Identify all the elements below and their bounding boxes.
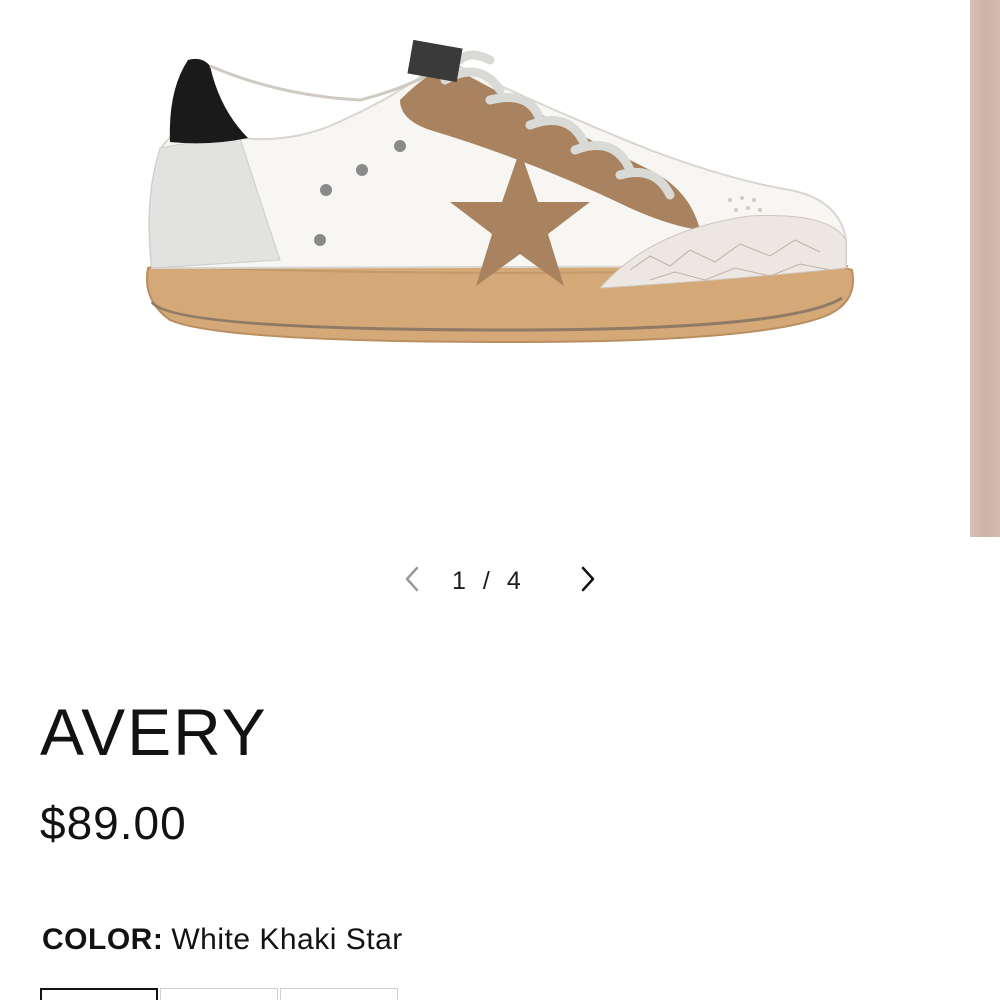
color-selection-row: COLOR: White Khaki Star bbox=[42, 920, 403, 960]
color-swatch[interactable] bbox=[280, 988, 398, 1000]
color-swatches bbox=[40, 988, 400, 1000]
chevron-right-icon bbox=[579, 566, 597, 597]
product-main-image[interactable] bbox=[0, 0, 965, 540]
chevron-left-icon bbox=[403, 566, 421, 597]
product-gallery bbox=[0, 0, 1000, 540]
color-swatch[interactable] bbox=[160, 988, 278, 1000]
slide-separator: / bbox=[482, 566, 491, 595]
color-swatch[interactable] bbox=[40, 988, 158, 1000]
next-image-peek[interactable] bbox=[970, 0, 1000, 537]
slide-counter: 1 / 4 bbox=[452, 566, 552, 596]
slide-current: 1 bbox=[452, 566, 467, 595]
color-value: White Khaki Star bbox=[171, 923, 403, 956]
product-page: 1 / 4 AVERY $89.00 COLOR: White Khaki Sta… bbox=[0, 0, 1000, 1000]
product-price: $89.00 bbox=[40, 797, 187, 849]
sneaker-illustration bbox=[146, 39, 854, 344]
slide-total: 4 bbox=[506, 566, 522, 595]
product-title: AVERY bbox=[40, 695, 268, 769]
gallery-slider-controls: 1 / 4 bbox=[0, 556, 1000, 606]
previous-slide-button[interactable] bbox=[395, 564, 429, 598]
color-label: COLOR: bbox=[42, 923, 164, 956]
next-slide-button[interactable] bbox=[571, 564, 605, 598]
